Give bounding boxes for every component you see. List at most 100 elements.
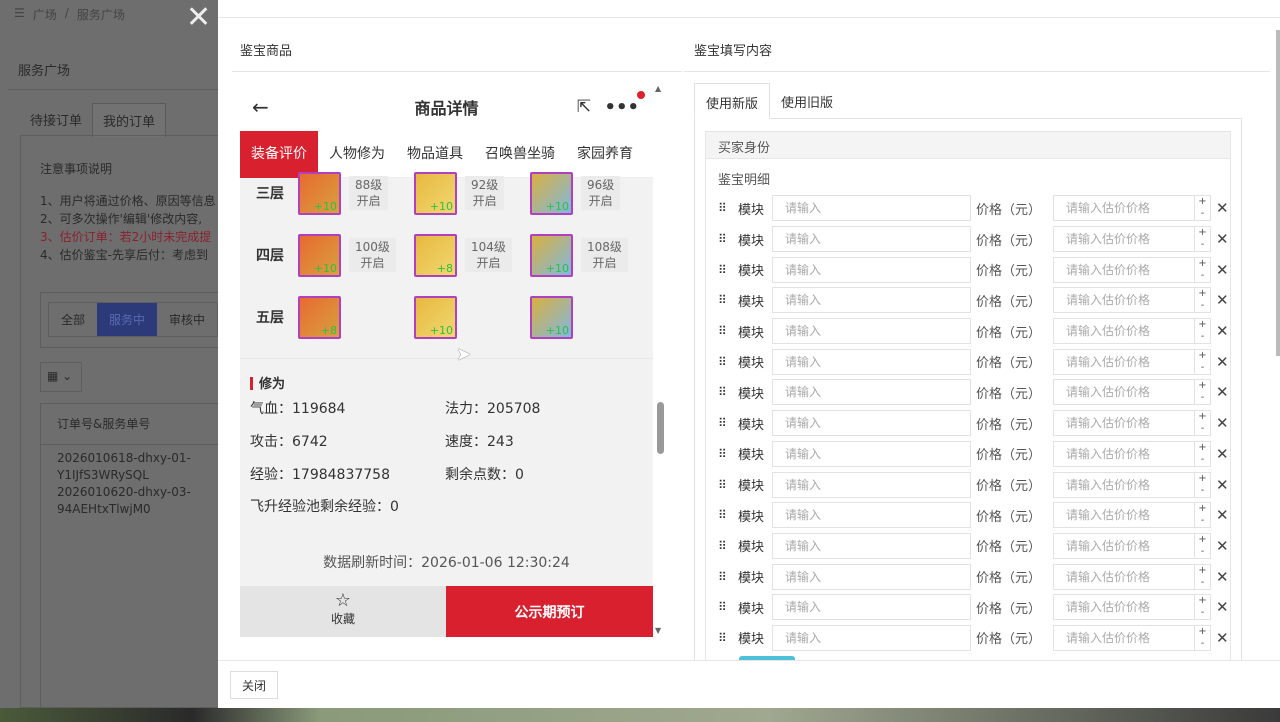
price-stepper[interactable]: + - — [1195, 256, 1211, 283]
filter-reviewing[interactable]: 审核中 — [157, 303, 217, 336]
equipment-slot[interactable]: +10 100级 开启 — [298, 233, 414, 277]
drag-handle-icon[interactable]: ⠿ — [718, 570, 732, 584]
equipment-icon[interactable]: +10 — [530, 233, 573, 277]
delete-row-icon[interactable]: ✕ — [1216, 537, 1229, 555]
column-toggle-button[interactable]: ▦ ⌄ — [40, 362, 82, 392]
drag-handle-icon[interactable]: ⠿ — [718, 600, 732, 614]
delete-row-icon[interactable]: ✕ — [1216, 414, 1229, 432]
module-input[interactable]: 请输入 — [772, 471, 971, 498]
price-stepper[interactable]: + - — [1195, 563, 1211, 590]
module-input[interactable]: 请输入 — [772, 624, 971, 651]
equipment-slot[interactable]: +10 — [530, 295, 646, 339]
delete-row-icon[interactable]: ✕ — [1216, 568, 1229, 586]
drag-handle-icon[interactable]: ⠿ — [718, 447, 732, 461]
buyer-identity[interactable]: 买家身份 — [705, 131, 1231, 159]
module-input[interactable]: 请输入 — [772, 440, 971, 467]
module-input[interactable]: 请输入 — [772, 287, 971, 314]
delete-row-icon[interactable]: ✕ — [1216, 261, 1229, 279]
more-icon[interactable]: ••• — [604, 97, 639, 118]
module-input[interactable]: 请输入 — [772, 226, 971, 253]
equipment-icon[interactable]: +10 — [414, 295, 457, 339]
tab-character[interactable]: 人物修为 — [318, 131, 396, 178]
drag-handle-icon[interactable]: ⠿ — [718, 263, 732, 277]
price-stepper[interactable]: + - — [1195, 624, 1211, 651]
price-stepper[interactable]: + - — [1195, 195, 1211, 222]
price-stepper[interactable]: + - — [1195, 318, 1211, 345]
module-input[interactable]: 请输入 — [772, 195, 971, 222]
equipment-icon[interactable]: +8 — [414, 233, 457, 277]
equipment-icon[interactable]: +10 — [298, 233, 341, 277]
price-input[interactable]: 请输入估价价格 — [1053, 256, 1195, 283]
price-input[interactable]: 请输入估价价格 — [1053, 471, 1195, 498]
menu-icon[interactable]: ☰ — [14, 6, 25, 23]
drag-handle-icon[interactable]: ⠿ — [718, 478, 732, 492]
price-stepper[interactable]: + - — [1195, 440, 1211, 467]
price-stepper[interactable]: + - — [1195, 471, 1211, 498]
drag-handle-icon[interactable]: ⠿ — [718, 416, 732, 430]
delete-row-icon[interactable]: ✕ — [1216, 506, 1229, 524]
price-input[interactable]: 请输入估价价格 — [1053, 226, 1195, 253]
drag-handle-icon[interactable]: ⠿ — [718, 355, 732, 369]
module-input[interactable]: 请输入 — [772, 410, 971, 437]
equipment-slot[interactable]: +8 104级 开启 — [414, 233, 530, 277]
equipment-icon[interactable]: +10 — [530, 171, 573, 215]
price-stepper[interactable]: + - — [1195, 287, 1211, 314]
price-input[interactable]: 请输入估价价格 — [1053, 624, 1195, 651]
drag-handle-icon[interactable]: ⠿ — [718, 293, 732, 307]
price-input[interactable]: 请输入估价价格 — [1053, 195, 1195, 222]
close-button[interactable]: 关闭 — [230, 671, 279, 699]
share-icon[interactable]: ⇱ — [577, 97, 591, 117]
delete-row-icon[interactable]: ✕ — [1216, 629, 1229, 647]
equipment-slot[interactable]: +10 88级 开启 — [298, 171, 414, 215]
drag-handle-icon[interactable]: ⠿ — [718, 385, 732, 399]
module-input[interactable]: 请输入 — [772, 256, 971, 283]
equipment-icon[interactable]: +10 — [414, 171, 457, 215]
price-input[interactable]: 请输入估价价格 — [1053, 502, 1195, 529]
equipment-slot[interactable]: +10 96级 开启 — [530, 171, 646, 215]
drag-handle-icon[interactable]: ⠿ — [718, 232, 732, 246]
delete-row-icon[interactable]: ✕ — [1216, 445, 1229, 463]
equipment-icon[interactable]: +10 — [298, 171, 341, 215]
module-input[interactable]: 请输入 — [772, 348, 971, 375]
drag-handle-icon[interactable]: ⠿ — [718, 539, 732, 553]
price-stepper[interactable]: + - — [1195, 594, 1211, 621]
tab-items[interactable]: 物品道具 — [396, 131, 474, 178]
preview-scrollbar[interactable]: ▲ ▼ — [655, 84, 665, 635]
module-input[interactable]: 请输入 — [772, 563, 971, 590]
price-stepper[interactable]: + - — [1195, 410, 1211, 437]
tab-pets[interactable]: 召唤兽坐骑 — [474, 131, 566, 178]
equipment-slot[interactable]: +8 — [298, 295, 414, 339]
tab-equipment[interactable]: 装备评价 — [240, 130, 318, 178]
equipment-slot[interactable]: +10 92级 开启 — [414, 171, 530, 215]
reserve-button[interactable]: 公示期预订 — [446, 586, 653, 637]
drag-handle-icon[interactable]: ⠿ — [718, 324, 732, 338]
module-input[interactable]: 请输入 — [772, 502, 971, 529]
price-stepper[interactable]: + - — [1195, 348, 1211, 375]
back-arrow-icon[interactable]: ← — [252, 95, 269, 119]
delete-row-icon[interactable]: ✕ — [1216, 291, 1229, 309]
tab-my-orders[interactable]: 我的订单 — [92, 103, 167, 137]
form-scrollbar[interactable] — [1276, 30, 1280, 356]
price-input[interactable]: 请输入估价价格 — [1053, 440, 1195, 467]
tab-new-version[interactable]: 使用新版 — [694, 83, 771, 119]
drag-handle-icon[interactable]: ⠿ — [718, 201, 732, 215]
equipment-icon[interactable]: +8 — [298, 295, 341, 339]
price-input[interactable]: 请输入估价价格 — [1053, 379, 1195, 406]
filter-in-service[interactable]: 服务中 — [97, 303, 157, 336]
delete-row-icon[interactable]: ✕ — [1216, 353, 1229, 371]
module-input[interactable]: 请输入 — [772, 318, 971, 345]
price-input[interactable]: 请输入估价价格 — [1053, 348, 1195, 375]
equipment-slot[interactable]: +10 — [414, 295, 530, 339]
delete-row-icon[interactable]: ✕ — [1216, 598, 1229, 616]
delete-row-icon[interactable]: ✕ — [1216, 230, 1229, 248]
price-input[interactable]: 请输入估价价格 — [1053, 563, 1195, 590]
delete-row-icon[interactable]: ✕ — [1216, 383, 1229, 401]
equipment-icon[interactable]: +10 — [530, 295, 573, 339]
price-input[interactable]: 请输入估价价格 — [1053, 318, 1195, 345]
module-input[interactable]: 请输入 — [772, 379, 971, 406]
filter-all[interactable]: 全部 — [49, 303, 97, 336]
delete-row-icon[interactable]: ✕ — [1216, 199, 1229, 217]
close-icon[interactable]: ✕ — [186, 3, 211, 33]
drag-handle-icon[interactable]: ⠿ — [718, 631, 732, 645]
favorite-button[interactable]: ☆ 收藏 — [240, 586, 446, 637]
